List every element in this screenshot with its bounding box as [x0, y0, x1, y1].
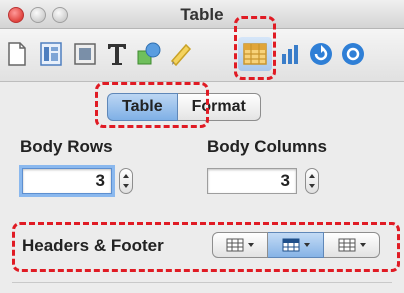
body-columns-label: Body Columns: [207, 137, 327, 156]
stepper-down-icon: [309, 184, 315, 188]
body-rows-label: Body Rows: [20, 137, 113, 156]
layout-icon[interactable]: [36, 39, 66, 69]
highlight-headers-footer: [12, 222, 400, 272]
window-title: Table: [180, 5, 224, 24]
document-icon[interactable]: [2, 39, 32, 69]
stepper-up-icon: [309, 174, 315, 178]
highlight-table-tab: [95, 82, 209, 128]
body-rows-stepper[interactable]: [119, 168, 133, 194]
comment-icon[interactable]: [166, 39, 196, 69]
divider: [12, 282, 392, 283]
query-icon[interactable]: [338, 39, 368, 69]
inspector-toolbar: [0, 29, 404, 82]
stepper-down-icon: [123, 184, 129, 188]
text-icon[interactable]: [102, 39, 132, 69]
stepper-up-icon: [123, 174, 129, 178]
link-icon[interactable]: [306, 39, 336, 69]
inspector-window: Table Table Format Body Rows Body Column…: [0, 0, 404, 293]
media-icon[interactable]: [70, 39, 100, 69]
body-columns-stepper[interactable]: [305, 168, 319, 194]
highlight-table-tool: [234, 16, 276, 80]
shapes-icon[interactable]: [134, 39, 164, 69]
chart-icon[interactable]: [276, 39, 306, 69]
body-columns-field[interactable]: 3: [207, 168, 297, 194]
body-rows-field[interactable]: 3: [22, 168, 112, 194]
title-bar: Table: [0, 0, 404, 29]
